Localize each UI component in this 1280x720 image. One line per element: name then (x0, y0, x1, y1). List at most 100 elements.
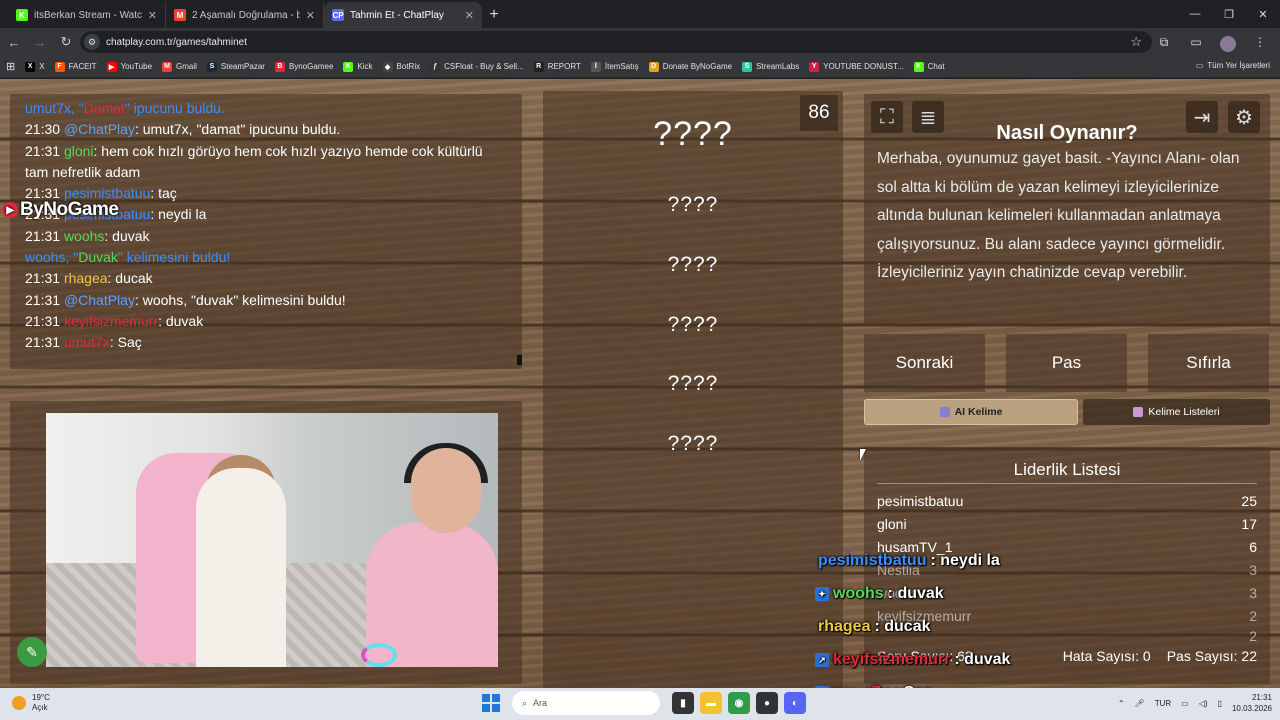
overlay-username: woohs (833, 585, 884, 602)
extensions-icon[interactable]: ⧉ (1150, 30, 1178, 54)
ai-word-button[interactable]: AI Kelime (864, 399, 1078, 425)
bookmark-item[interactable]: XX (25, 61, 45, 72)
pass-button[interactable]: Pas (1006, 334, 1127, 392)
bookmark-list: X X F FACEIT ▶ YouTube M Gmail S SteamPazar B BynoG… (25, 61, 954, 72)
reload-button[interactable]: ↻ (54, 30, 78, 54)
profile-avatar[interactable] (1214, 30, 1242, 54)
search-icon: ⌕ (522, 697, 528, 708)
browser-tab[interactable]: M 2 Aşamalı Doğrulama - berkane ✕ (166, 2, 324, 28)
chat-segment: : woohs, "duvak" kelimesini buldu! (134, 291, 346, 308)
chrome-icon[interactable]: ◉ (728, 692, 750, 714)
bynogame-mark-icon: ▶ (2, 202, 18, 218)
browser-tab[interactable]: KitsBerkan Stream - Watch Live o ✕ (8, 2, 166, 28)
taskbar-search[interactable]: ⌕ Ara (512, 691, 660, 715)
bookmark-item[interactable]: ◆ BotRix (382, 61, 420, 72)
chat-segment: Duvak (78, 249, 118, 266)
bookmark-item[interactable]: İ İtemSatış (590, 61, 639, 72)
close-window-button[interactable]: ✕ (1246, 0, 1280, 28)
bookmark-item[interactable]: D Donate ByNoGame (648, 61, 732, 72)
pass-count: Pas Sayısı: 22 (1166, 648, 1257, 664)
bookmark-label: YouTube (120, 62, 153, 71)
bookmark-item[interactable]: K Kick (343, 61, 373, 72)
bookmark-star-icon[interactable]: ☆ (1130, 34, 1142, 50)
bookmark-label: SteamPazar (220, 62, 265, 71)
hint-word: ???? (667, 193, 719, 216)
error-count: Hata Sayısı: 0 (1062, 648, 1151, 664)
chat-segment: : duvak (158, 312, 204, 329)
overlay-message: : duvak (887, 585, 944, 602)
next-button[interactable]: Sonraki (864, 334, 985, 392)
overlay-username: pesimistbatuu (818, 552, 927, 569)
webcam-feed (46, 413, 498, 667)
bookmark-favicon-icon: ◆ (382, 61, 393, 72)
close-tab-icon[interactable]: ✕ (306, 9, 315, 22)
bookmark-label: StreamLabs (756, 62, 800, 71)
all-bookmarks-button[interactable]: ▭ Tüm Yer İşaretleri (1196, 61, 1270, 70)
chat-scrollbar[interactable] (517, 355, 522, 365)
file-explorer-icon[interactable]: ▬ (700, 692, 722, 714)
bookmark-item[interactable]: ▶ YouTube (106, 61, 153, 72)
back-button[interactable]: ← (2, 30, 26, 54)
bookmark-label: REPORT (547, 62, 581, 71)
close-tab-icon[interactable]: ✕ (465, 9, 474, 22)
bookmark-item[interactable]: F FACEIT (54, 61, 97, 72)
word-lists-button[interactable]: Kelime Listeleri (1083, 399, 1270, 425)
weather-widget[interactable]: 19°C Açık (12, 693, 50, 713)
search-placeholder: Ara (533, 698, 548, 708)
site-info-icon[interactable]: ⚙ (84, 34, 100, 50)
reset-button[interactable]: Sıfırla (1148, 334, 1269, 392)
task-view-icon[interactable]: ▮ (672, 692, 694, 714)
tab-title: 2 Aşamalı Doğrulama - berkane (192, 9, 300, 21)
chat-segment: 21:31 (25, 227, 64, 244)
overlay-chat-message: rhagea: ducak (818, 618, 930, 636)
input-language[interactable]: TUR (1155, 699, 1171, 708)
tab-list: KitsBerkan Stream - Watch Live o ✕ M 2 Aşam… (8, 2, 482, 28)
menu-icon[interactable]: ⋮ (1246, 30, 1274, 54)
cast-icon[interactable]: ▭ (1182, 30, 1210, 54)
volume-icon[interactable]: ◁) (1199, 699, 1208, 708)
close-tab-icon[interactable]: ✕ (148, 9, 157, 22)
network-icon[interactable]: ▭ (1181, 699, 1189, 708)
leaderboard-divider (877, 483, 1257, 484)
overlay-username: rhagea (818, 618, 871, 635)
chat-segment: : duvak (104, 227, 150, 244)
how-to-play-text: Merhaba, oyunumuz gayet basit. -Yayıncı … (877, 150, 1240, 281)
discord-icon[interactable]: ◐ (784, 692, 806, 714)
bookmark-favicon-icon: K (343, 61, 354, 72)
bookmark-favicon-icon: D (648, 61, 659, 72)
bookmark-item[interactable]: R REPORT (533, 61, 581, 72)
battery-icon[interactable]: ▯ (1218, 699, 1222, 708)
chat-segment: : hem cok hızlı görüyo hem cok hızlı yaz… (25, 142, 483, 180)
bookmark-item[interactable]: Y YOUTUBE DONUST... (809, 61, 904, 72)
bookmark-item[interactable]: ƒ CSFloat - Buy & Sell... (430, 61, 524, 72)
bookmark-item[interactable]: B BynoGamee (274, 61, 334, 72)
bookmark-item[interactable]: S StreamLabs (742, 61, 800, 72)
chat-message: woohs, "Duvak" kelimesini buldu! (25, 247, 507, 268)
obs-icon[interactable]: ● (756, 692, 778, 714)
windows-start-icon[interactable] (482, 694, 500, 712)
url-text[interactable]: chatplay.com.tr/games/tahminet (106, 37, 247, 48)
tray-chevron-icon[interactable]: ⌃ (1118, 699, 1125, 708)
forward-button[interactable]: → (28, 30, 52, 54)
apps-grid-icon[interactable]: ⊞ (6, 60, 15, 73)
chatplay-icon: CP (332, 9, 344, 21)
microphone-icon: ✎ (17, 637, 47, 667)
chat-segment: : ducak (107, 270, 153, 287)
restore-button[interactable]: ❐ (1212, 0, 1246, 28)
chat-segment: 21:30 (25, 121, 64, 138)
minimize-button[interactable]: — (1178, 0, 1212, 28)
tray-mic-icon[interactable]: 🎤︎ (1135, 699, 1145, 708)
bookmark-label: X (39, 62, 45, 71)
bookmark-label: BynoGamee (288, 62, 334, 71)
gmail-icon: M (174, 9, 186, 21)
new-tab-button[interactable]: + (482, 2, 506, 28)
player-score: 17 (1241, 516, 1257, 532)
chat-segment: : neydi la (150, 206, 207, 223)
taskbar-clock[interactable]: 21:31 10.03.2026 (1232, 692, 1272, 714)
browser-tab[interactable]: CP Tahmin Et - ChatPlay ✕ (324, 2, 482, 28)
bookmark-item[interactable]: K Chat (913, 61, 945, 72)
omnibox[interactable]: ⚙ chatplay.com.tr/games/tahminet ☆ (80, 31, 1152, 53)
bookmark-item[interactable]: S SteamPazar (206, 61, 265, 72)
bookmark-item[interactable]: M Gmail (162, 61, 197, 72)
mouse-cursor (860, 449, 866, 461)
